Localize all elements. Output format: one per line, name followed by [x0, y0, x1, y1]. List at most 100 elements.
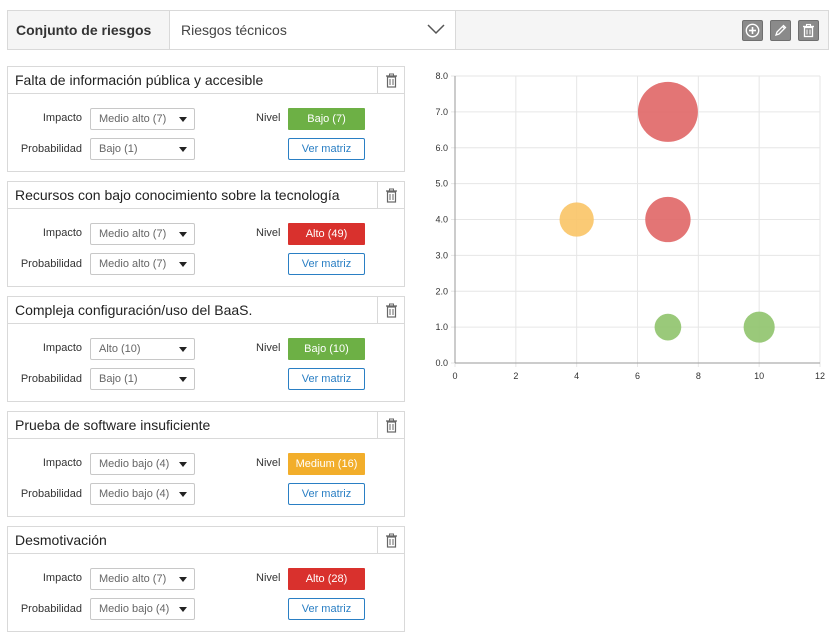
ver-matriz-button[interactable]: Ver matriz	[288, 598, 365, 620]
probabilidad-label: Probabilidad	[20, 603, 82, 615]
impacto-label: Impacto	[42, 227, 82, 239]
probabilidad-label: Probabilidad	[20, 488, 82, 500]
y-tick-label: 1.0	[435, 322, 448, 332]
ver-matriz-button[interactable]: Ver matriz	[288, 483, 365, 505]
caret-down-icon	[179, 147, 187, 152]
impacto-label: Impacto	[42, 457, 82, 469]
nivel-label: Nivel	[256, 457, 281, 469]
nivel-label: Nivel	[256, 572, 281, 584]
delete-risk-set-button[interactable]	[798, 20, 819, 41]
y-tick-label: 7.0	[435, 107, 448, 117]
caret-down-icon	[179, 347, 187, 352]
chevron-down-icon	[427, 24, 445, 35]
bubble-point	[645, 196, 691, 243]
probabilidad-select[interactable]: Medio bajo (4)	[90, 598, 195, 620]
trash-icon	[386, 418, 397, 433]
nivel-badge: Bajo (10)	[288, 338, 365, 360]
y-tick-label: 2.0	[435, 286, 448, 296]
probabilidad-select[interactable]: Medio bajo (4)	[90, 483, 195, 505]
delete-risk-button[interactable]	[377, 182, 404, 209]
bubble-point	[559, 202, 594, 237]
y-tick-label: 4.0	[435, 215, 448, 225]
trash-icon	[803, 23, 814, 38]
risk-title: Prueba de software insuficiente	[15, 417, 211, 433]
x-tick-label: 10	[754, 371, 764, 381]
risk-title: Recursos con bajo conocimiento sobre la …	[15, 187, 340, 203]
y-tick-label: 5.0	[435, 179, 448, 189]
plus-circle-icon	[745, 23, 760, 38]
probabilidad-value: Bajo (1)	[99, 143, 138, 155]
probabilidad-label: Probabilidad	[20, 143, 82, 155]
caret-down-icon	[179, 232, 187, 237]
ver-matriz-button[interactable]: Ver matriz	[288, 138, 365, 160]
x-tick-label: 12	[815, 371, 825, 381]
risk-card-header: Falta de información pública y accesible	[8, 67, 404, 94]
probabilidad-label: Probabilidad	[20, 258, 82, 270]
risk-card: Recursos con bajo conocimiento sobre la …	[7, 181, 405, 287]
probabilidad-value: Medio bajo (4)	[99, 603, 170, 615]
caret-down-icon	[179, 377, 187, 382]
y-tick-label: 3.0	[435, 250, 448, 260]
edit-risk-set-button[interactable]	[770, 20, 791, 41]
probabilidad-select[interactable]: Medio alto (7)	[90, 253, 195, 275]
impacto-select[interactable]: Medio alto (7)	[90, 223, 195, 245]
risk-card-header: Desmotivación	[8, 527, 404, 554]
probabilidad-label: Probabilidad	[20, 373, 82, 385]
risk-set-bar: Conjunto de riesgos Riesgos técnicos	[7, 10, 829, 50]
caret-down-icon	[179, 492, 187, 497]
trash-icon	[386, 303, 397, 318]
risk-title: Desmotivación	[15, 532, 107, 548]
bubble-point	[654, 313, 682, 341]
risk-set-label: Conjunto de riesgos	[8, 11, 170, 49]
risk-title: Compleja configuración/uso del BaaS.	[15, 302, 253, 318]
risk-card: Falta de información pública y accesible…	[7, 66, 405, 172]
trash-icon	[386, 533, 397, 548]
impacto-select[interactable]: Alto (10)	[90, 338, 195, 360]
risk-title: Falta de información pública y accesible	[15, 72, 264, 88]
impacto-select[interactable]: Medio alto (7)	[90, 568, 195, 590]
trash-icon	[386, 188, 397, 203]
delete-risk-button[interactable]	[377, 67, 404, 94]
risk-card-header: Compleja configuración/uso del BaaS.	[8, 297, 404, 324]
x-tick-label: 4	[574, 371, 579, 381]
nivel-badge: Alto (49)	[288, 223, 365, 245]
impacto-value: Medio alto (7)	[99, 573, 167, 585]
add-risk-button[interactable]	[742, 20, 763, 41]
caret-down-icon	[179, 607, 187, 612]
impacto-value: Alto (10)	[99, 343, 141, 355]
impacto-label: Impacto	[42, 112, 82, 124]
x-tick-label: 8	[696, 371, 701, 381]
nivel-label: Nivel	[256, 227, 281, 239]
delete-risk-button[interactable]	[377, 297, 404, 324]
nivel-badge: Medium (16)	[288, 453, 365, 475]
probabilidad-value: Bajo (1)	[99, 373, 138, 385]
x-tick-label: 6	[635, 371, 640, 381]
risk-bubble-chart: 0 2 4 6 8 10 12 0.0 1.0 2.0 3.0 4.0 5.0 6.0 7.0 8.0	[435, 71, 825, 381]
risk-set-select[interactable]: Riesgos técnicos	[170, 11, 456, 49]
y-tick-label: 8.0	[435, 71, 448, 81]
risk-set-selected-value: Riesgos técnicos	[181, 22, 287, 38]
ver-matriz-button[interactable]: Ver matriz	[288, 368, 365, 390]
nivel-label: Nivel	[256, 112, 281, 124]
impacto-value: Medio bajo (4)	[99, 458, 170, 470]
impacto-select[interactable]: Medio bajo (4)	[90, 453, 195, 475]
delete-risk-button[interactable]	[377, 527, 404, 554]
probabilidad-select[interactable]: Bajo (1)	[90, 138, 195, 160]
caret-down-icon	[179, 577, 187, 582]
probabilidad-select[interactable]: Bajo (1)	[90, 368, 195, 390]
impacto-select[interactable]: Medio alto (7)	[90, 108, 195, 130]
y-tick-label: 6.0	[435, 143, 448, 153]
pencil-icon	[774, 24, 787, 37]
risk-card: Prueba de software insuficiente Impacto …	[7, 411, 405, 517]
nivel-badge: Alto (28)	[288, 568, 365, 590]
impacto-label: Impacto	[42, 572, 82, 584]
ver-matriz-button[interactable]: Ver matriz	[288, 253, 365, 275]
y-tick-label: 0.0	[435, 358, 448, 368]
probabilidad-value: Medio bajo (4)	[99, 488, 170, 500]
risk-card: Compleja configuración/uso del BaaS. Imp…	[7, 296, 405, 402]
trash-icon	[386, 73, 397, 88]
caret-down-icon	[179, 462, 187, 467]
delete-risk-button[interactable]	[377, 412, 404, 439]
nivel-label: Nivel	[256, 342, 281, 354]
x-tick-label: 0	[452, 371, 457, 381]
